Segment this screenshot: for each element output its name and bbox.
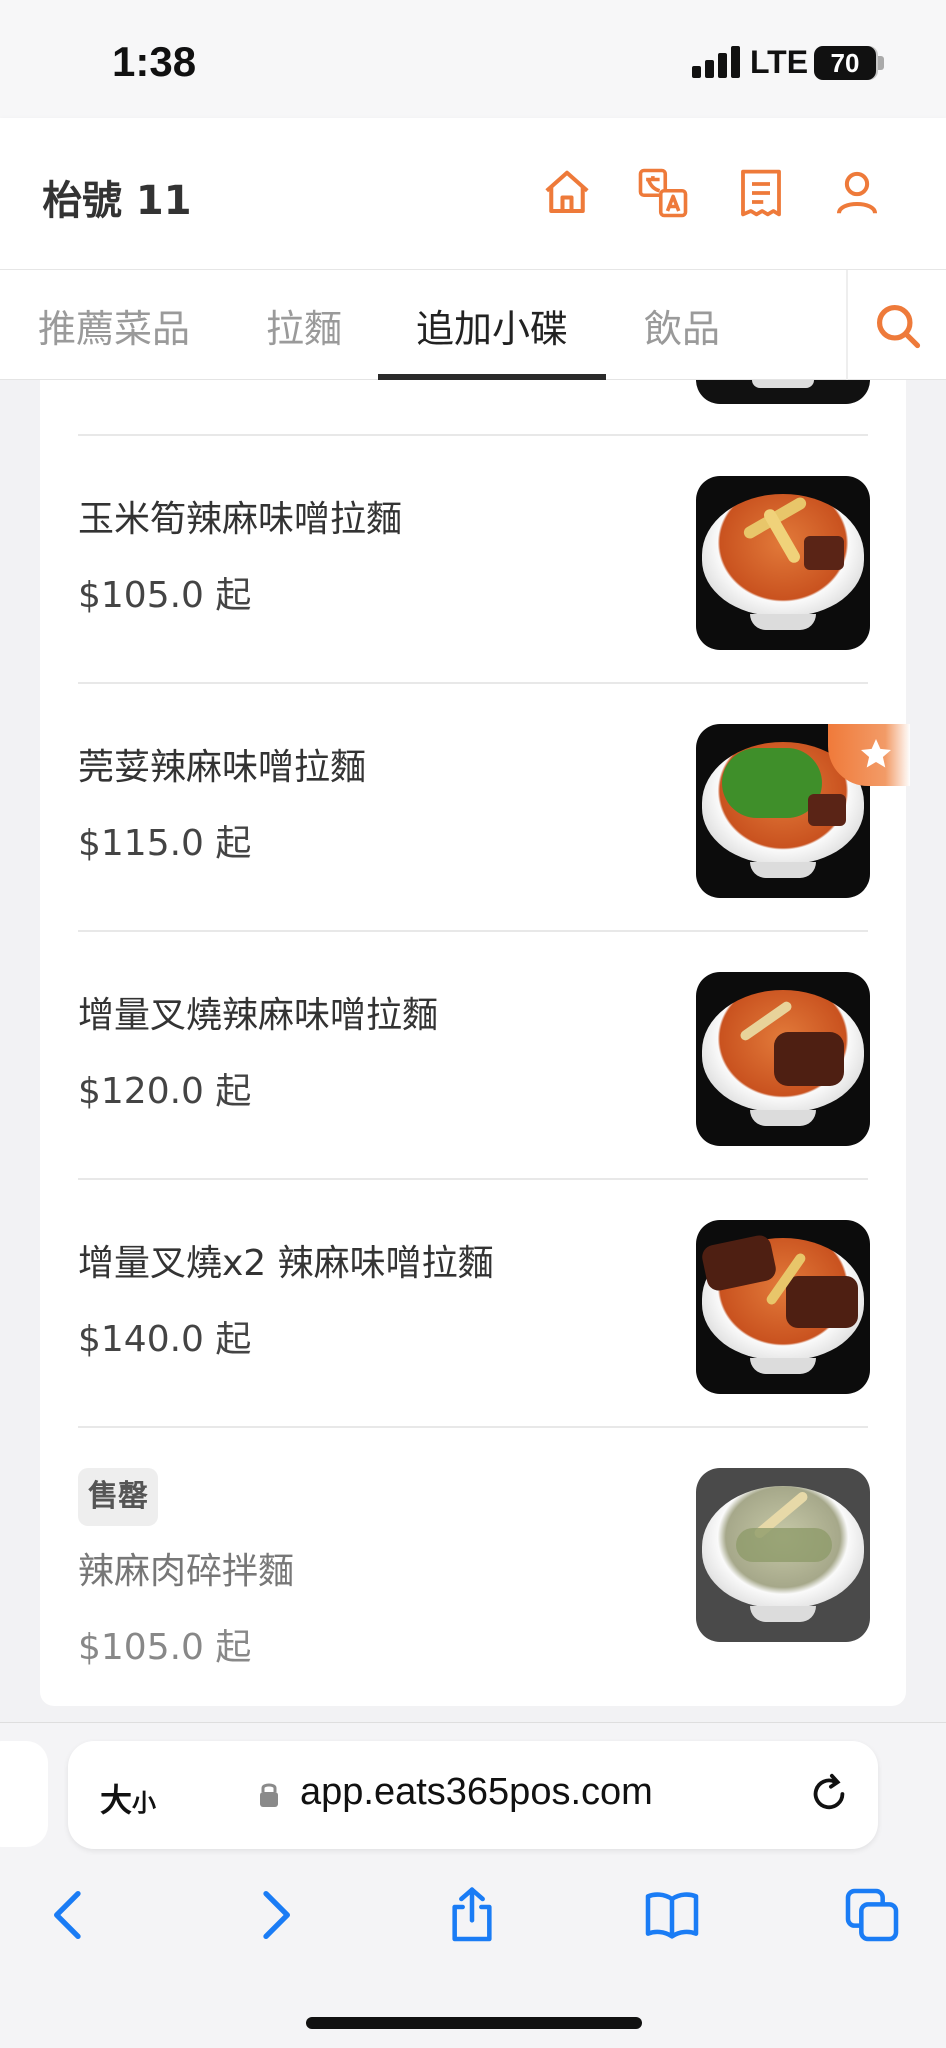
item-name: 增量叉燒辣麻味噌拉麵 — [78, 995, 439, 1036]
tab-side-dishes[interactable]: 追加小碟 — [416, 298, 568, 353]
back-icon[interactable] — [38, 1883, 102, 1947]
previous-tab-preview[interactable] — [0, 1741, 48, 1847]
dish-image — [696, 972, 870, 1146]
table-number: 枱號 11 — [42, 178, 192, 224]
browser-toolbar: 大小 app.eats365pos.com — [0, 1722, 946, 2048]
category-tabs: 推薦菜品 拉麵 追加小碟 飲品 — [0, 270, 946, 380]
url-text: app.eats365pos.com — [300, 1771, 653, 1813]
menu-item[interactable]: 增量叉燒辣麻味噌拉麵 $120.0 起 — [40, 932, 906, 1178]
battery-icon: 70 — [814, 46, 876, 80]
reload-icon[interactable] — [806, 1771, 852, 1817]
item-price: $105.0 起 — [78, 575, 252, 616]
network-label: LTE — [750, 44, 809, 80]
app-screen: 1:38 LTE 70 枱號 11 推薦菜品 拉麵 追加小碟 飲品 玉米筍辣麻味… — [0, 0, 946, 2048]
menu-item-sold-out[interactable]: 售罄 辣麻肉碎拌麵 $105.0 起 — [40, 1428, 906, 1674]
tab-ramen[interactable]: 拉麵 — [266, 298, 342, 353]
user-icon[interactable] — [830, 166, 884, 220]
home-icon[interactable] — [540, 166, 594, 220]
item-price: $120.0 起 — [78, 1071, 252, 1112]
menu-list: 玉米筍辣麻味噌拉麵 $105.0 起 莞荽辣麻味噌拉麵 $115.0 起 增量叉… — [40, 380, 910, 1706]
translate-icon[interactable] — [636, 166, 690, 220]
forward-icon[interactable] — [242, 1883, 306, 1947]
menu-item[interactable]: 莞荽辣麻味噌拉麵 $115.0 起 — [40, 684, 906, 930]
dish-image — [696, 1220, 870, 1394]
tab-drinks[interactable]: 飲品 — [644, 298, 720, 353]
menu-item[interactable]: 玉米筍辣麻味噌拉麵 $105.0 起 — [40, 436, 906, 682]
item-price: $105.0 起 — [78, 1627, 252, 1668]
bookmarks-icon[interactable] — [640, 1883, 704, 1947]
status-time: 1:38 — [112, 38, 197, 85]
item-name: 辣麻肉碎拌麵 — [78, 1551, 295, 1592]
receipt-icon[interactable] — [734, 166, 788, 220]
item-name: 玉米筍辣麻味噌拉麵 — [78, 499, 403, 540]
dish-image — [696, 380, 870, 404]
text-size-button[interactable]: 大小 — [100, 1775, 156, 1821]
item-name: 增量叉燒x2 辣麻味噌拉麵 — [78, 1243, 494, 1284]
share-icon[interactable] — [440, 1883, 504, 1947]
status-bar: 1:38 LTE 70 — [0, 0, 946, 118]
lock-icon — [258, 1779, 280, 1809]
dish-image — [696, 1468, 870, 1642]
tabs-icon[interactable] — [840, 1883, 904, 1947]
item-price: $115.0 起 — [78, 823, 252, 864]
menu-item[interactable]: 增量叉燒x2 辣麻味噌拉麵 $140.0 起 — [40, 1180, 906, 1426]
item-price: $140.0 起 — [78, 1319, 252, 1360]
item-name: 莞荽辣麻味噌拉麵 — [78, 747, 367, 788]
sold-out-badge: 售罄 — [78, 1468, 158, 1526]
search-icon[interactable] — [872, 300, 924, 352]
dish-image — [696, 476, 870, 650]
signal-icon — [692, 46, 740, 78]
tab-recommended[interactable]: 推薦菜品 — [38, 298, 190, 353]
app-header: 枱號 11 — [0, 118, 946, 270]
home-indicator — [306, 2017, 642, 2029]
address-bar[interactable]: 大小 app.eats365pos.com — [68, 1741, 878, 1849]
